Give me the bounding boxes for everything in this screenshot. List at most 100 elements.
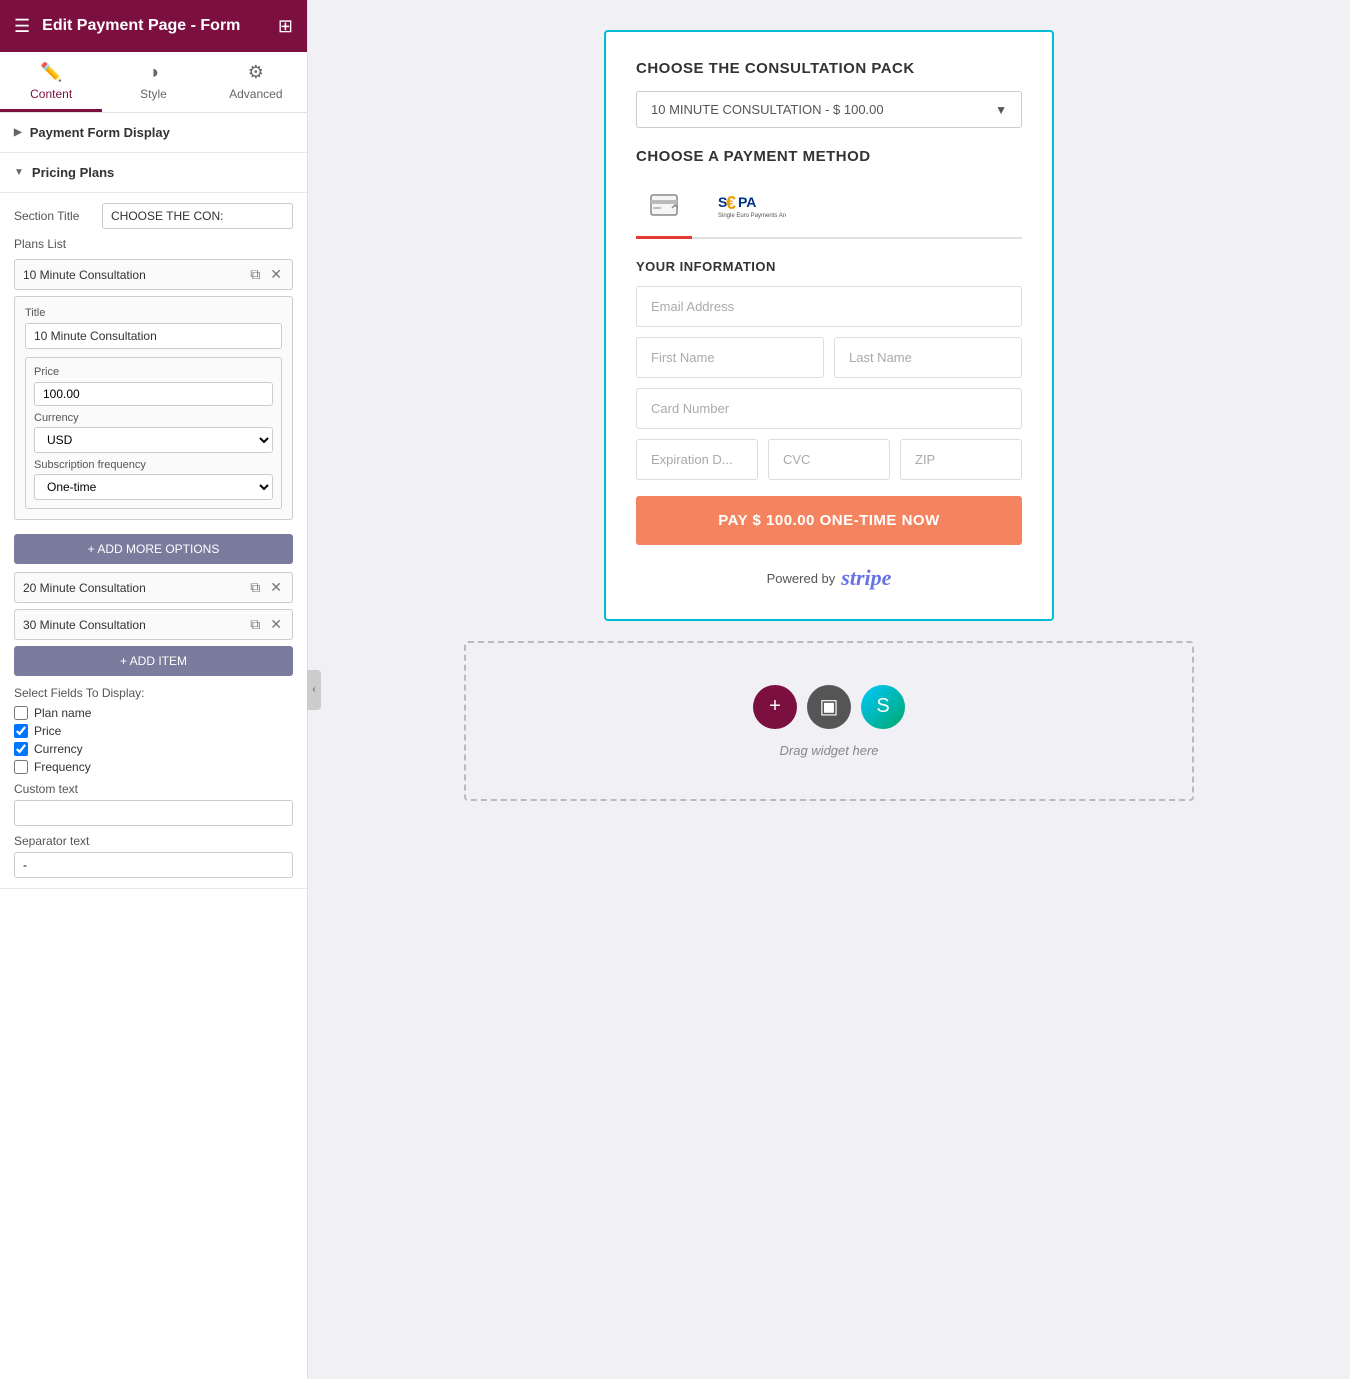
svg-text:PA: PA (738, 194, 756, 210)
section-title-input[interactable] (102, 203, 293, 229)
dropdown-chevron-icon: ▼ (995, 103, 1007, 117)
tab-content[interactable]: ✏️ Content (0, 52, 102, 112)
plan-1-currency-label: Currency (34, 412, 273, 424)
plan-2-remove-icon[interactable]: ✕ (268, 579, 284, 596)
svg-text:€: € (726, 193, 736, 213)
plan-dropdown[interactable]: 10 MINUTE CONSULTATION - $ 100.00 ▼ (636, 91, 1022, 128)
pricing-plans-label: Pricing Plans (32, 165, 114, 180)
tab-style-label: Style (140, 87, 167, 101)
checkbox-price-input[interactable] (14, 724, 28, 738)
widget-icon-plus[interactable]: + (753, 685, 797, 729)
checkbox-plan-name: Plan name (14, 706, 293, 720)
plans-list-label: Plans List (14, 237, 293, 251)
plan-3-copy-icon[interactable]: ⧉ (248, 616, 262, 633)
svg-text:Single Euro Payments Area: Single Euro Payments Area (718, 213, 786, 219)
separator-label: Separator text (14, 834, 293, 848)
checkbox-frequency-input[interactable] (14, 760, 28, 774)
plan-3-remove-icon[interactable]: ✕ (268, 616, 284, 633)
expiration-field[interactable]: Expiration D... (636, 439, 758, 480)
plan-1-freq-select[interactable]: One-time Monthly Yearly (34, 474, 273, 500)
card-details-row: Expiration D... CVC ZIP (636, 439, 1022, 480)
plan-2-copy-icon[interactable]: ⧉ (248, 579, 262, 596)
plan-item-2: 20 Minute Consultation ⧉ ✕ (14, 572, 293, 603)
plan-1-freq-label: Subscription frequency (34, 459, 273, 471)
payment-form-display-label: Payment Form Display (30, 125, 170, 140)
plan-1-copy-icon[interactable]: ⧉ (248, 266, 262, 283)
first-name-field[interactable]: First Name (636, 337, 824, 378)
plan-1-title-label: Title (25, 307, 282, 319)
collapse-handle[interactable]: ‹ (307, 670, 321, 710)
email-field[interactable]: Email Address (636, 286, 1022, 327)
drag-widget-area: + ▣ S Drag widget here (464, 641, 1194, 801)
card-payment-icon (650, 194, 678, 222)
tab-row: ✏️ Content ◑ Style ⚙ Advanced (0, 52, 307, 113)
tab-style[interactable]: ◑ Style (102, 52, 204, 112)
powered-by: Powered by stripe (636, 565, 1022, 591)
checkbox-plan-name-label: Plan name (34, 706, 91, 720)
stripe-logo: stripe (841, 565, 891, 591)
plan-1-name: 10 Minute Consultation (23, 268, 242, 282)
checkbox-currency-label: Currency (34, 742, 83, 756)
checkbox-price-label: Price (34, 724, 61, 738)
top-bar: ☰ Edit Payment Page - Form ⊞ (0, 0, 307, 52)
content-tab-icon: ✏️ (40, 62, 62, 83)
add-options-button[interactable]: + ADD MORE OPTIONS (14, 534, 293, 564)
zip-field[interactable]: ZIP (900, 439, 1022, 480)
plan-item-1: 10 Minute Consultation ⧉ ✕ (14, 259, 293, 290)
payment-methods: S € PA Single Euro Payments Area (636, 179, 1022, 239)
section-title-label: Section Title (14, 209, 94, 223)
plan-1-currency-select[interactable]: USD EUR GBP (34, 427, 273, 453)
card-number-field[interactable]: Card Number (636, 388, 1022, 429)
last-name-field[interactable]: Last Name (834, 337, 1022, 378)
choose-plan-heading: CHOOSE THE CONSULTATION PACK (636, 60, 1022, 77)
payment-card: CHOOSE THE CONSULTATION PACK 10 MINUTE C… (604, 30, 1054, 621)
plan-item-3: 30 Minute Consultation ⧉ ✕ (14, 609, 293, 640)
choose-payment-heading: CHOOSE A PAYMENT METHOD (636, 148, 1022, 165)
checkbox-plan-name-input[interactable] (14, 706, 28, 720)
pricing-plans-content: Section Title Plans List 10 Minute Consu… (0, 193, 307, 889)
payment-form-display-arrow: ▶ (14, 127, 22, 138)
custom-text-label: Custom text (14, 782, 293, 796)
widget-icon-square[interactable]: ▣ (807, 685, 851, 729)
tab-advanced-label: Advanced (229, 87, 282, 101)
plan-1-title-input[interactable] (25, 323, 282, 349)
cvc-field[interactable]: CVC (768, 439, 890, 480)
add-item-button[interactable]: + ADD ITEM (14, 646, 293, 676)
checkbox-price: Price (14, 724, 293, 738)
drag-text: Drag widget here (780, 743, 879, 758)
plan-1-price-block: Price Currency USD EUR GBP Subscription … (25, 357, 282, 509)
section-title-row: Section Title (14, 203, 293, 229)
payment-form-display-header[interactable]: ▶ Payment Form Display (0, 113, 307, 153)
powered-by-text: Powered by (767, 571, 836, 586)
sepa-logo: S € PA Single Euro Payments Area (716, 187, 786, 228)
pricing-plans-arrow: ▼ (14, 167, 24, 178)
payment-method-sepa[interactable]: S € PA Single Euro Payments Area (702, 179, 800, 239)
name-row: First Name Last Name (636, 337, 1022, 378)
menu-icon[interactable]: ☰ (14, 16, 30, 37)
tab-advanced[interactable]: ⚙ Advanced (205, 52, 307, 112)
separator-input[interactable] (14, 852, 293, 878)
plan-3-name: 30 Minute Consultation (23, 618, 242, 632)
widget-icon-stripe[interactable]: S (861, 685, 905, 729)
checkbox-currency-input[interactable] (14, 742, 28, 756)
style-tab-icon: ◑ (148, 62, 159, 83)
page-title: Edit Payment Page - Form (42, 17, 266, 35)
left-panel: ☰ Edit Payment Page - Form ⊞ ✏️ Content … (0, 0, 308, 1379)
plan-1-price-label: Price (34, 366, 273, 378)
advanced-tab-icon: ⚙ (248, 62, 264, 83)
widget-icons-row: + ▣ S (753, 685, 905, 729)
checkbox-frequency: Frequency (14, 760, 293, 774)
custom-text-input[interactable] (14, 800, 293, 826)
plan-1-remove-icon[interactable]: ✕ (268, 266, 284, 283)
payment-method-card[interactable] (636, 179, 692, 239)
selected-plan-label: 10 MINUTE CONSULTATION - $ 100.00 (651, 102, 884, 117)
pricing-plans-header[interactable]: ▼ Pricing Plans (0, 153, 307, 193)
pay-button[interactable]: PAY $ 100.00 ONE-TIME NOW (636, 496, 1022, 545)
tab-content-label: Content (30, 87, 72, 101)
checkbox-frequency-label: Frequency (34, 760, 91, 774)
grid-icon[interactable]: ⊞ (278, 16, 293, 37)
plan-2-name: 20 Minute Consultation (23, 581, 242, 595)
your-info-heading: YOUR INFORMATION (636, 259, 1022, 274)
right-content: CHOOSE THE CONSULTATION PACK 10 MINUTE C… (308, 0, 1350, 1379)
plan-1-price-input[interactable] (34, 382, 273, 406)
